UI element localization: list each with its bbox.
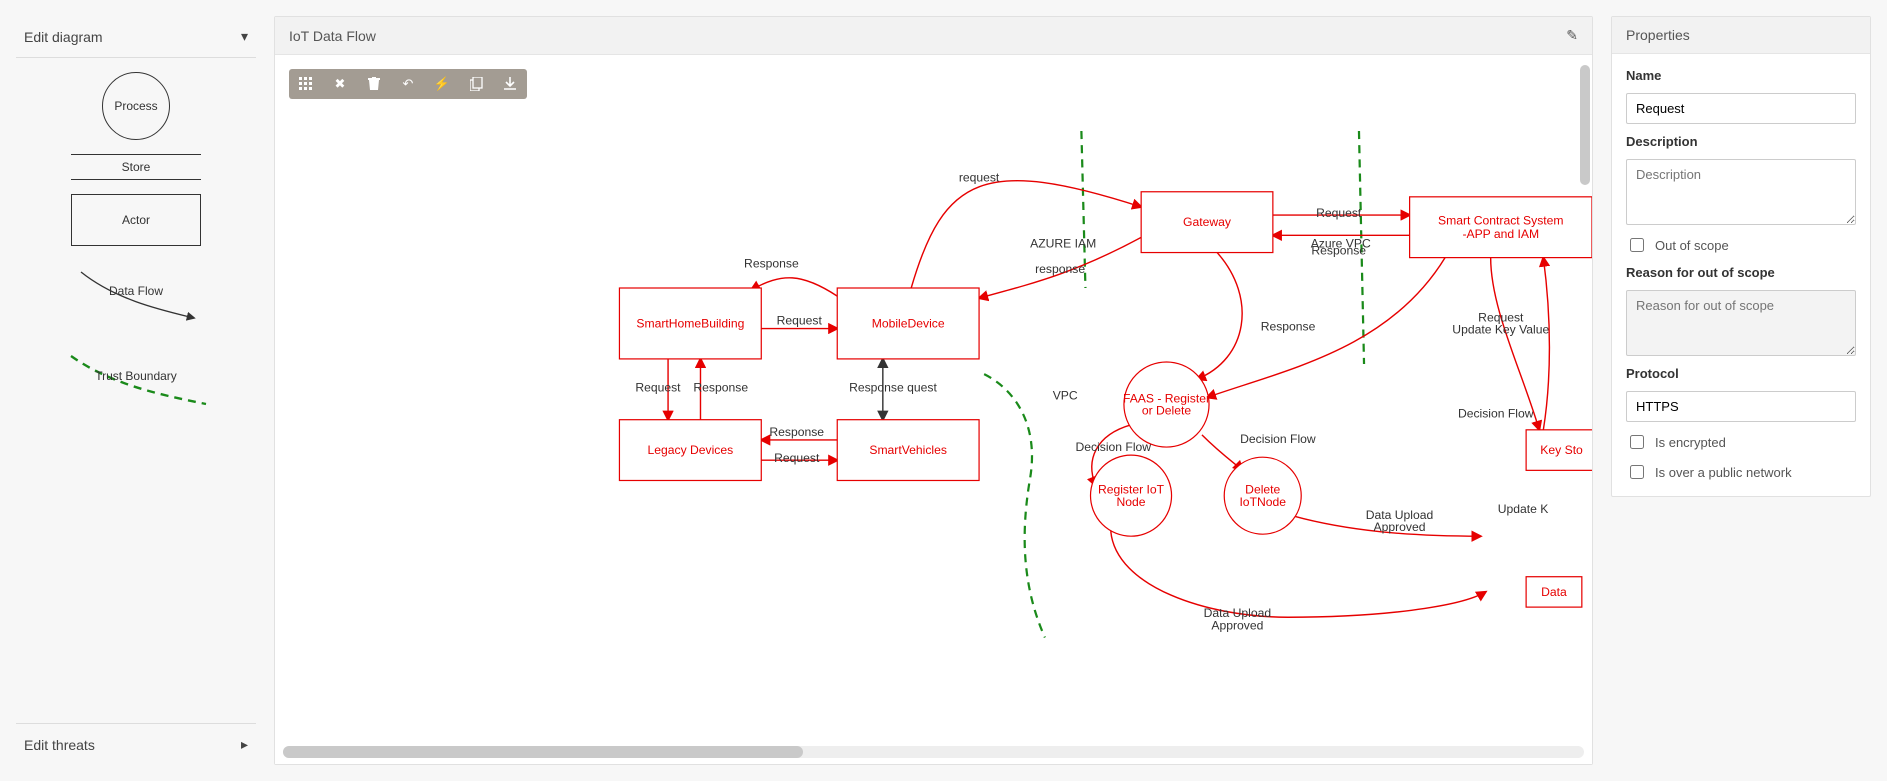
- stencil-actor[interactable]: Actor: [16, 194, 256, 246]
- stencil-actor-label: Actor: [122, 213, 150, 227]
- properties-body: Name Description Out of scope Reason for…: [1612, 54, 1870, 496]
- flow-shape-icon: Data Flow: [66, 260, 206, 330]
- out-of-scope-label: Out of scope: [1655, 238, 1729, 253]
- svg-text:VPC: VPC: [1053, 388, 1078, 402]
- svg-text:Legacy Devices: Legacy Devices: [648, 443, 734, 457]
- is-public-row[interactable]: Is over a public network: [1626, 462, 1856, 482]
- is-encrypted-label: Is encrypted: [1655, 435, 1726, 450]
- svg-text:Response: Response: [769, 425, 824, 439]
- svg-text:SmartHomeBuilding: SmartHomeBuilding: [636, 317, 744, 331]
- vertical-scrollbar[interactable]: [1580, 65, 1590, 734]
- svg-text:Update Key Value: Update Key Value: [1452, 323, 1549, 337]
- diagram-svg[interactable]: AZURE IAMAzure VPCVPC RequestResponseReq…: [275, 55, 1592, 653]
- download-icon[interactable]: [493, 69, 527, 99]
- svg-text:or Delete: or Delete: [1142, 404, 1192, 418]
- svg-text:Update K: Update K: [1498, 502, 1549, 516]
- svg-text:Node: Node: [1117, 495, 1146, 509]
- svg-text:Decision Flow: Decision Flow: [1458, 407, 1534, 421]
- svg-text:Request: Request: [777, 313, 823, 327]
- svg-text:IoTNode: IoTNode: [1239, 495, 1286, 509]
- properties-title: Properties: [1612, 17, 1870, 54]
- svg-text:MobileDevice: MobileDevice: [872, 317, 945, 331]
- stencil-store[interactable]: Store: [16, 154, 256, 180]
- is-encrypted-checkbox[interactable]: [1630, 435, 1644, 449]
- svg-text:request: request: [959, 171, 1000, 185]
- actor-shape-icon: Actor: [71, 194, 201, 246]
- edit-threats-label: Edit threats: [24, 737, 95, 753]
- svg-text:Response: Response: [744, 257, 799, 271]
- svg-text:Data: Data: [1541, 585, 1567, 599]
- svg-text:-APP and IAM: -APP and IAM: [1462, 227, 1539, 241]
- is-public-checkbox[interactable]: [1630, 465, 1644, 479]
- canvas-title-bar: IoT Data Flow ✎: [275, 17, 1592, 55]
- trash-icon[interactable]: [357, 69, 391, 99]
- canvas-viewport[interactable]: ✖ ↶ ⚡ AZURE IAMAzure VPCVPC RequestRespo…: [275, 55, 1592, 764]
- stencil-trust-label: Trust Boundary: [95, 369, 177, 383]
- reason-label: Reason for out of scope: [1626, 265, 1856, 280]
- left-sidebar: Edit diagram ▾ Process Store Actor: [16, 16, 256, 765]
- svg-text:Request: Request: [635, 380, 681, 394]
- stencil-trust-boundary[interactable]: Trust Boundary: [16, 344, 256, 414]
- svg-text:Response: Response: [1261, 320, 1316, 334]
- chevron-down-icon: ▾: [241, 28, 248, 45]
- process-shape-icon: Process: [102, 72, 170, 140]
- name-input[interactable]: [1626, 93, 1856, 124]
- undo-icon[interactable]: ↶: [391, 69, 425, 99]
- svg-text:Decision Flow: Decision Flow: [1076, 440, 1152, 454]
- svg-text:Response quest: Response quest: [849, 380, 937, 394]
- stencil-store-label: Store: [122, 160, 151, 174]
- name-label: Name: [1626, 68, 1856, 83]
- description-label: Description: [1626, 134, 1856, 149]
- stencil-palette: Process Store Actor Data Flow: [16, 58, 256, 424]
- chevron-right-icon: ▸: [241, 736, 248, 753]
- copy-icon[interactable]: [459, 69, 493, 99]
- description-input[interactable]: [1626, 159, 1856, 225]
- canvas-toolbar: ✖ ↶ ⚡: [289, 69, 527, 99]
- scrollbar-thumb[interactable]: [283, 746, 803, 758]
- stencil-data-flow[interactable]: Data Flow: [16, 260, 256, 330]
- edit-diagram-label: Edit diagram: [24, 29, 103, 45]
- svg-text:Approved: Approved: [1211, 618, 1263, 632]
- canvas-panel: IoT Data Flow ✎ ✖ ↶ ⚡ AZURE IAM: [274, 16, 1593, 765]
- trust-shape-icon: Trust Boundary: [56, 344, 216, 414]
- close-icon[interactable]: ✖: [323, 69, 357, 99]
- edit-threats-accordion[interactable]: Edit threats ▸: [16, 723, 256, 765]
- svg-text:Request: Request: [774, 451, 820, 465]
- is-encrypted-row[interactable]: Is encrypted: [1626, 432, 1856, 452]
- svg-text:Approved: Approved: [1373, 520, 1425, 534]
- store-shape-icon: Store: [71, 154, 201, 180]
- edit-title-icon[interactable]: ✎: [1566, 27, 1578, 44]
- protocol-input[interactable]: [1626, 391, 1856, 422]
- svg-text:AZURE IAM: AZURE IAM: [1030, 236, 1096, 250]
- scrollbar-thumb[interactable]: [1580, 65, 1590, 185]
- svg-text:Response: Response: [1311, 244, 1366, 258]
- bolt-icon[interactable]: ⚡: [425, 69, 459, 99]
- svg-text:Decision Flow: Decision Flow: [1240, 432, 1316, 446]
- protocol-label: Protocol: [1626, 366, 1856, 381]
- stencil-process[interactable]: Process: [16, 72, 256, 140]
- svg-text:response: response: [1035, 262, 1085, 276]
- diagram-title: IoT Data Flow: [289, 28, 376, 44]
- reason-input: [1626, 290, 1856, 356]
- app-root: Edit diagram ▾ Process Store Actor: [0, 0, 1887, 781]
- svg-text:Smart Contract System: Smart Contract System: [1438, 214, 1564, 228]
- out-of-scope-row[interactable]: Out of scope: [1626, 235, 1856, 255]
- properties-panel: Properties Name Description Out of scope…: [1611, 16, 1871, 497]
- svg-text:Gateway: Gateway: [1183, 215, 1232, 229]
- stencil-flow-label: Data Flow: [109, 284, 163, 298]
- stencil-process-label: Process: [114, 99, 157, 113]
- out-of-scope-checkbox[interactable]: [1630, 238, 1644, 252]
- svg-text:Request: Request: [1316, 206, 1362, 220]
- horizontal-scrollbar[interactable]: [283, 746, 1584, 758]
- svg-text:Key Sto: Key Sto: [1540, 443, 1583, 457]
- grid-toggle-button[interactable]: [289, 69, 323, 99]
- is-public-label: Is over a public network: [1655, 465, 1792, 480]
- svg-text:SmartVehicles: SmartVehicles: [869, 443, 947, 457]
- edit-diagram-accordion[interactable]: Edit diagram ▾: [16, 16, 256, 58]
- svg-text:Response: Response: [693, 380, 748, 394]
